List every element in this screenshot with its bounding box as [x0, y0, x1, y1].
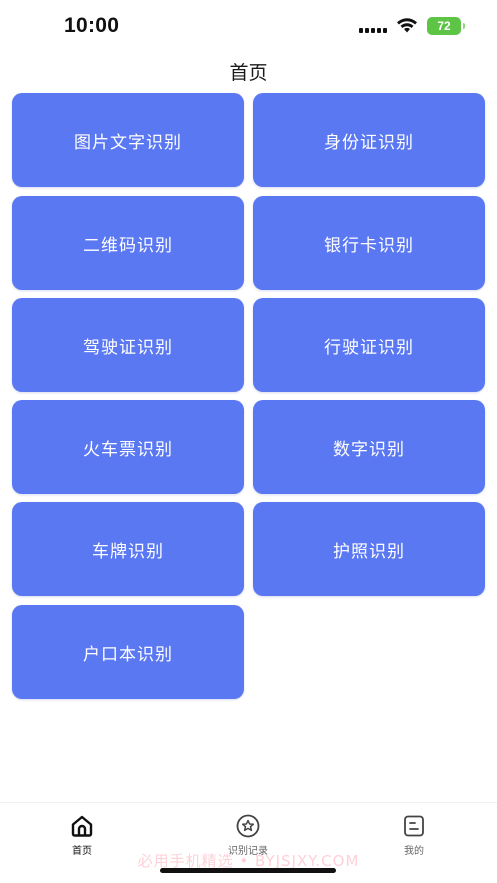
feature-label: 车牌识别 [92, 541, 164, 562]
page-title: 首页 [229, 62, 268, 84]
feature-label: 二维码识别 [83, 235, 173, 256]
feature-license-plate-ocr[interactable]: 车牌识别 [12, 502, 244, 596]
feature-label: 火车票识别 [83, 439, 173, 460]
feature-passport-ocr[interactable]: 护照识别 [253, 502, 485, 596]
star-circle-icon [236, 814, 260, 838]
feature-qr-code-ocr[interactable]: 二维码识别 [12, 196, 244, 290]
feature-household-register-ocr[interactable]: 户口本识别 [12, 605, 244, 699]
signal-icon [359, 19, 387, 33]
feature-label: 银行卡识别 [324, 235, 414, 256]
home-indicator [160, 868, 336, 873]
feature-label: 户口本识别 [83, 644, 173, 665]
feature-number-ocr[interactable]: 数字识别 [253, 400, 485, 494]
feature-image-text-ocr[interactable]: 图片文字识别 [12, 93, 244, 187]
feature-label: 驾驶证识别 [83, 337, 173, 358]
status-time: 10:00 [64, 14, 120, 37]
feature-label: 身份证识别 [324, 132, 414, 153]
feature-label: 数字识别 [333, 439, 405, 460]
feature-label: 图片文字识别 [74, 132, 182, 153]
feature-vehicle-license-ocr[interactable]: 行驶证识别 [253, 298, 485, 392]
feature-bank-card-ocr[interactable]: 银行卡识别 [253, 196, 485, 290]
feature-label: 行驶证识别 [324, 337, 414, 358]
status-icons: 72 [359, 17, 465, 35]
feature-id-card-ocr[interactable]: 身份证识别 [253, 93, 485, 187]
wifi-icon [397, 18, 417, 33]
battery-level: 72 [437, 19, 451, 33]
app-screen: 10:00 72 首页 图片文字识别 身份证识别 二维码识别 银行卡识别 驾驶证… [0, 0, 497, 883]
feature-train-ticket-ocr[interactable]: 火车票识别 [12, 400, 244, 494]
status-bar: 10:00 72 [0, 0, 497, 54]
profile-card-icon [404, 815, 424, 837]
home-icon [71, 815, 93, 837]
battery-icon: 72 [427, 17, 465, 35]
feature-label: 护照识别 [333, 541, 405, 562]
feature-driver-license-ocr[interactable]: 驾驶证识别 [12, 298, 244, 392]
